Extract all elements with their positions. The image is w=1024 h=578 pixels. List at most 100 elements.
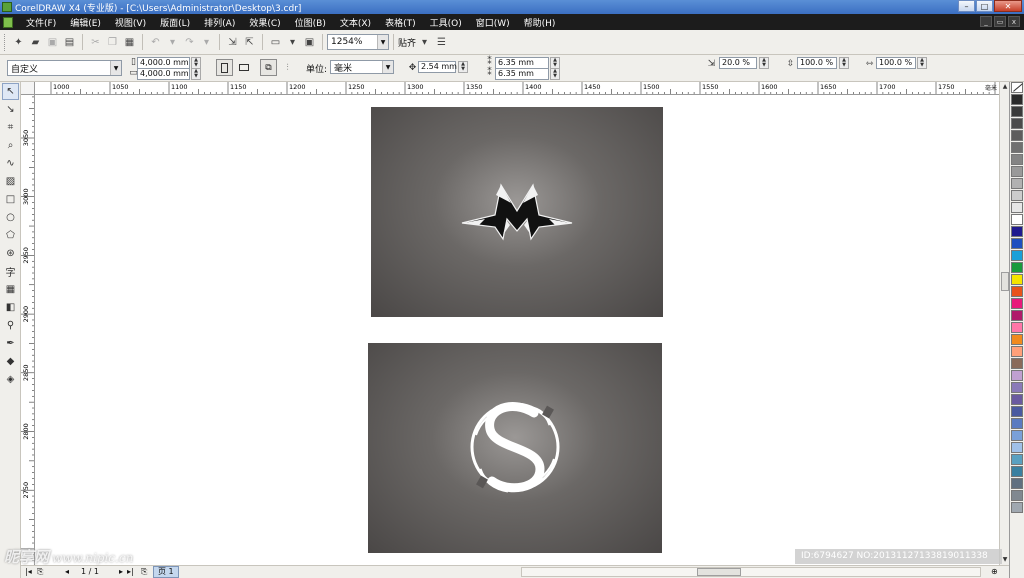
duplicate-y-spinner[interactable]: ▲ ▼: [550, 68, 560, 80]
scale-c-spinner[interactable]: ▲ ▼: [917, 57, 927, 69]
last-page-icon[interactable]: ▸|: [127, 566, 134, 578]
page-tab[interactable]: 页 1: [153, 566, 179, 578]
color-swatch[interactable]: [1011, 370, 1023, 381]
no-color-swatch[interactable]: [1011, 82, 1023, 93]
artboard-s-emblem[interactable]: [368, 343, 662, 553]
options-icon[interactable]: ☰: [433, 34, 450, 51]
welcome-screen-icon[interactable]: ▣: [301, 34, 318, 51]
first-page-icon[interactable]: |◂: [25, 566, 32, 578]
undo-dropdown-icon[interactable]: ▾: [164, 34, 181, 51]
color-swatch[interactable]: [1011, 322, 1023, 333]
doc-minimize-button[interactable]: _: [980, 16, 992, 27]
export-icon[interactable]: ⇱: [241, 34, 258, 51]
s-emblem-graphic[interactable]: [368, 343, 662, 553]
menu-bitmaps[interactable]: 位图(B): [288, 16, 333, 29]
color-swatch[interactable]: [1011, 142, 1023, 153]
menu-file[interactable]: 文件(F): [19, 16, 63, 29]
doc-restore-button[interactable]: ▭: [994, 16, 1006, 27]
drawing-canvas[interactable]: [35, 95, 999, 565]
nudge-spinner[interactable]: ▲ ▼: [458, 61, 468, 73]
color-swatch[interactable]: [1011, 466, 1023, 477]
scale-a-spinner[interactable]: ▲ ▼: [759, 57, 769, 69]
polygon-tool-icon[interactable]: ⬠: [2, 227, 19, 244]
open-folder-icon[interactable]: ▰: [27, 34, 44, 51]
horizontal-scrollbar[interactable]: [521, 567, 981, 577]
chevron-down-icon[interactable]: ▼: [382, 61, 393, 73]
color-swatch[interactable]: [1011, 358, 1023, 369]
undo-icon[interactable]: ↶: [147, 34, 164, 51]
color-swatch[interactable]: [1011, 334, 1023, 345]
color-swatch[interactable]: [1011, 502, 1023, 513]
import-icon[interactable]: ⇲: [224, 34, 241, 51]
color-swatch[interactable]: [1011, 190, 1023, 201]
text-tool-icon[interactable]: 字: [2, 263, 19, 280]
scale-b-spinner[interactable]: ▲ ▼: [839, 57, 849, 69]
pick-tool-icon[interactable]: ↖: [2, 83, 19, 100]
maximize-button[interactable]: □: [976, 0, 993, 12]
color-swatch[interactable]: [1011, 490, 1023, 501]
ruler-origin[interactable]: [21, 82, 35, 95]
color-swatch[interactable]: [1011, 430, 1023, 441]
menu-layout[interactable]: 版面(L): [153, 16, 197, 29]
horizontal-scroll-thumb[interactable]: [697, 568, 741, 576]
cut-icon[interactable]: ✂: [87, 34, 104, 51]
menu-tools[interactable]: 工具(O): [423, 16, 469, 29]
color-swatch[interactable]: [1011, 478, 1023, 489]
nudge-field[interactable]: 2.54 mm: [418, 61, 457, 73]
color-swatch[interactable]: [1011, 202, 1023, 213]
application-launcher-icon[interactable]: ▭: [267, 34, 284, 51]
zoom-tool-icon[interactable]: ⌕: [2, 137, 19, 154]
paste-icon[interactable]: ▦: [121, 34, 138, 51]
next-page-icon[interactable]: ▸: [119, 566, 123, 578]
print-icon[interactable]: ▤: [61, 34, 78, 51]
add-page-end-icon[interactable]: ⎘: [141, 566, 147, 578]
artboard-m-logo[interactable]: [371, 107, 663, 317]
vertical-scroll-thumb[interactable]: [1001, 272, 1009, 291]
page-size-combo[interactable]: 自定义 ▼: [7, 60, 122, 76]
color-swatch[interactable]: [1011, 394, 1023, 405]
color-swatch[interactable]: [1011, 262, 1023, 273]
horizontal-ruler[interactable]: 1000 1050 1100 1150 1200 1250 1300 1350 1400 1450…: [35, 82, 999, 95]
new-document-icon[interactable]: ✦: [10, 34, 27, 51]
m-logo-graphic[interactable]: [371, 107, 663, 317]
chevron-down-icon[interactable]: ▼: [377, 35, 388, 49]
page-height-field[interactable]: 4,000.0 mm: [137, 68, 190, 80]
color-swatch[interactable]: [1011, 238, 1023, 249]
menu-view[interactable]: 视图(V): [108, 16, 153, 29]
color-swatch[interactable]: [1011, 118, 1023, 129]
eyedropper-tool-icon[interactable]: ⚲: [2, 317, 19, 334]
basic-shapes-tool-icon[interactable]: ⊛: [2, 245, 19, 262]
color-swatch[interactable]: [1011, 382, 1023, 393]
all-pages-button[interactable]: ⧉: [260, 59, 277, 76]
vertical-scrollbar[interactable]: ▲ ▼: [999, 82, 1009, 565]
interactive-blend-tool-icon[interactable]: ◧: [2, 299, 19, 316]
vertical-ruler[interactable]: 3050 3000 2950 2900 2850 2800 2750: [21, 95, 35, 565]
color-swatch[interactable]: [1011, 310, 1023, 321]
color-swatch[interactable]: [1011, 286, 1023, 297]
color-swatch[interactable]: [1011, 166, 1023, 177]
rectangle-tool-icon[interactable]: □: [2, 191, 19, 208]
smart-fill-tool-icon[interactable]: ▨: [2, 173, 19, 190]
snap-dropdown-icon[interactable]: ▾: [416, 34, 433, 51]
color-swatch[interactable]: [1011, 250, 1023, 261]
color-swatch[interactable]: [1011, 406, 1023, 417]
ellipse-tool-icon[interactable]: ○: [2, 209, 19, 226]
color-swatch[interactable]: [1011, 130, 1023, 141]
menu-effects[interactable]: 效果(C): [242, 16, 287, 29]
save-icon[interactable]: ▣: [44, 34, 61, 51]
color-swatch[interactable]: [1011, 418, 1023, 429]
outline-tool-icon[interactable]: ✒: [2, 335, 19, 352]
toolbar-grip[interactable]: [4, 33, 7, 51]
color-swatch[interactable]: [1011, 346, 1023, 357]
menu-help[interactable]: 帮助(H): [517, 16, 563, 29]
freehand-tool-icon[interactable]: ∿: [2, 155, 19, 172]
menu-window[interactable]: 窗口(W): [469, 16, 517, 29]
color-swatch[interactable]: [1011, 298, 1023, 309]
menu-text[interactable]: 文本(X): [333, 16, 378, 29]
prev-page-icon[interactable]: ◂: [65, 566, 69, 578]
doc-close-button[interactable]: x: [1008, 16, 1020, 27]
menu-arrange[interactable]: 排列(A): [197, 16, 242, 29]
table-tool-icon[interactable]: ▦: [2, 281, 19, 298]
launcher-dropdown-icon[interactable]: ▾: [284, 34, 301, 51]
color-swatch[interactable]: [1011, 106, 1023, 117]
